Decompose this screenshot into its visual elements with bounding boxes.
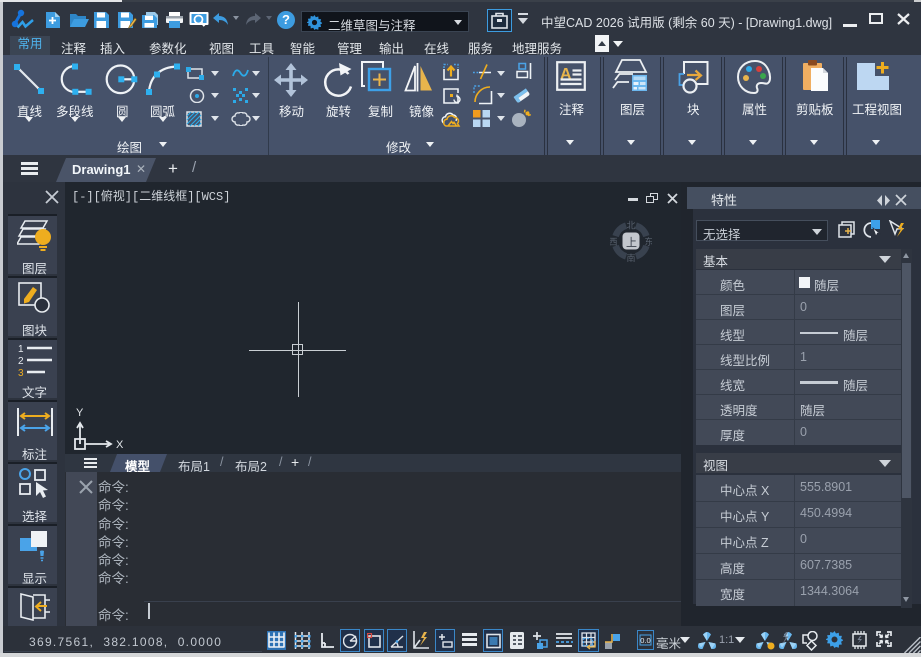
svg-text:南: 南 [627,253,636,263]
svg-text:西: 西 [610,237,618,247]
svg-text:上: 上 [626,236,637,249]
svg-text:2: 2 [18,356,24,367]
svg-text:东: 东 [645,236,653,247]
svg-text:Y: Y [76,407,84,419]
svg-text:X: X [116,439,124,450]
svg-text:北: 北 [627,221,636,231]
svg-text:0.0: 0.0 [640,636,650,645]
svg-text:1: 1 [18,344,24,355]
svg-text:3: 3 [18,368,24,377]
